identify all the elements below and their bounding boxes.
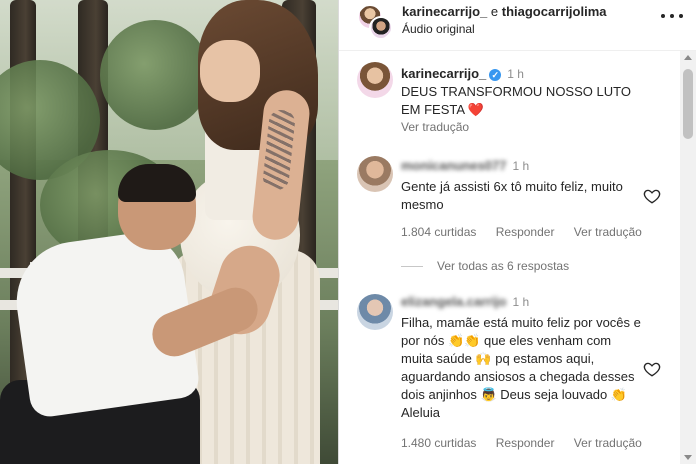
comment-text: Filha, mamãe está muito feliz por vocês … [401, 315, 641, 420]
scroll-up-arrow-icon[interactable] [684, 55, 692, 60]
collab-avatars[interactable] [357, 4, 393, 40]
comment-username[interactable]: elizangela.carrijo [401, 294, 507, 309]
avatar[interactable] [357, 294, 393, 330]
view-replies-label: Ver todas as 6 respostas [437, 259, 570, 273]
header-user2[interactable]: thiagocarrijolima [502, 4, 607, 19]
see-translation-link[interactable]: Ver tradução [401, 120, 469, 134]
post-photo[interactable] [0, 0, 338, 464]
avatar [369, 16, 393, 40]
reply-button[interactable]: Responder [496, 436, 555, 450]
post-viewer: karinecarrijo_ e thiagocarrijolima Áudio… [0, 0, 696, 464]
more-options-icon[interactable] [661, 9, 683, 23]
comments-panel: karinecarrijo_ e thiagocarrijolima Áudio… [338, 0, 696, 464]
header-usernames: karinecarrijo_ e thiagocarrijolima [402, 4, 607, 19]
header-user1[interactable]: karinecarrijo_ [402, 4, 487, 19]
likes-count[interactable]: 1.480 curtidas [401, 436, 476, 450]
comment-time: 1 h [512, 295, 530, 309]
heart-outline-icon[interactable] [643, 187, 661, 205]
original-audio-link[interactable]: Áudio original [402, 22, 475, 36]
likes-count[interactable]: 1.804 curtidas [401, 225, 476, 239]
heart-outline-icon[interactable] [643, 360, 661, 378]
comment-username[interactable]: monicanunes077 [401, 158, 507, 173]
view-replies-button[interactable]: Ver todas as 6 respostas [401, 259, 569, 273]
comment-text: Gente já assisti 6x tô muito feliz, muit… [401, 179, 623, 212]
post-header: karinecarrijo_ e thiagocarrijolima Áudio… [339, 0, 696, 51]
comment-text: DEUS TRANSFORMOU NOSSO LUTO EM FESTA ❤️ [401, 84, 631, 117]
comment-time: 1 h [512, 159, 530, 173]
verified-badge-icon: ✓ [489, 68, 502, 81]
scrollbar[interactable] [680, 51, 696, 464]
scroll-down-arrow-icon[interactable] [684, 455, 692, 460]
avatar[interactable] [357, 62, 393, 98]
see-translation-link[interactable]: Ver tradução [574, 225, 642, 239]
see-translation-link[interactable]: Ver tradução [574, 436, 642, 450]
reply-button[interactable]: Responder [496, 225, 555, 239]
header-connector: e [487, 4, 502, 19]
comment-time: 1 h [507, 67, 524, 81]
comment-username[interactable]: karinecarrijo_ [401, 66, 486, 81]
scrollbar-thumb[interactable] [683, 69, 693, 139]
avatar[interactable] [357, 156, 393, 192]
